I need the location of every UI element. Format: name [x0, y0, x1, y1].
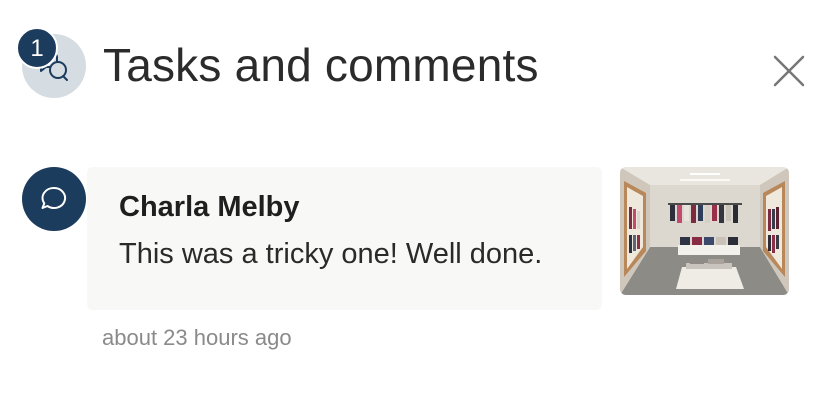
comment-card: Charla Melby This was a tricky one! Well…	[87, 167, 602, 310]
close-icon	[773, 55, 805, 87]
close-button[interactable]	[768, 50, 810, 92]
comment-avatar	[22, 167, 86, 231]
comment-timestamp: about 23 hours ago	[102, 325, 292, 350]
panel-header: 1 Tasks and comments	[0, 0, 830, 130]
comment-text: This was a tricky one! Well done.	[119, 238, 543, 270]
comment-bubble-icon	[41, 186, 67, 209]
store-photo-thumbnail	[620, 167, 789, 295]
comment-attachment-thumbnail[interactable]	[620, 167, 789, 295]
comment-count-badge: 1	[16, 27, 58, 69]
comment-author: Charla Melby	[119, 191, 300, 223]
page-title: Tasks and comments	[103, 39, 539, 91]
